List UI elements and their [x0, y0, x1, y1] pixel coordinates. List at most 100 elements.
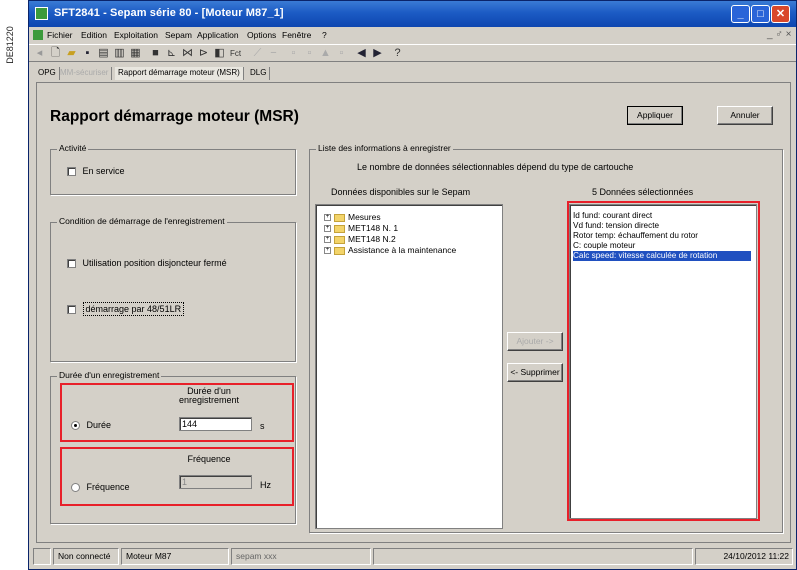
menu-exploitation[interactable]: Exploitation — [114, 30, 158, 40]
folder-icon — [334, 235, 345, 244]
minus-icon-disabled: − — [270, 47, 277, 59]
frequence-input[interactable]: 1 — [179, 475, 252, 489]
folder-icon — [334, 224, 345, 233]
tab-mm-securiser[interactable]: MM-sécuriser — [57, 67, 113, 80]
logic-icon[interactable]: ⊳ — [197, 47, 210, 60]
arrow-right-icon[interactable]: ▶ — [371, 47, 384, 60]
title-bar[interactable]: SFT2841 - Sepam série 80 - [Moteur M87_1… — [29, 1, 796, 27]
status-datetime: 24/10/2012 11:22 — [695, 548, 793, 565]
remove-button[interactable]: <- Supprimer — [507, 363, 563, 382]
figure-reference-label: DE81220 — [5, 26, 15, 64]
device-icon[interactable]: ▤ — [97, 47, 110, 60]
frequence-radio-option[interactable]: Fréquence — [71, 482, 130, 493]
demarrage-label: démarrage par 48/51LR — [82, 302, 185, 316]
maximize-button[interactable]: □ — [751, 5, 770, 23]
back-arrow-icon[interactable]: ◂ — [33, 47, 46, 60]
status-pane-empty — [33, 548, 51, 565]
duree-radio-option[interactable]: Durée — [71, 420, 112, 431]
duree-legend: Durée d'un enregistrement — [57, 370, 162, 380]
disabled-icon-1: ▫ — [291, 47, 296, 59]
help-icon[interactable]: ? — [391, 47, 404, 60]
condition-legend: Condition de démarrage de l'enregistreme… — [57, 216, 227, 226]
disabled-icon-3: ▲ — [320, 47, 331, 59]
activite-group: Activité En service — [50, 143, 296, 195]
close-button[interactable]: ✕ — [771, 5, 790, 23]
disabled-icon-4: ▫ — [339, 47, 344, 59]
tree-item-maintenance[interactable]: + Assistance à la maintenance — [324, 245, 456, 256]
menu-application[interactable]: Application — [197, 30, 239, 40]
duree-unit: s — [260, 421, 265, 431]
tab-dlg[interactable]: DLG — [247, 67, 271, 80]
menu-help[interactable]: ? — [322, 30, 327, 40]
condition-group: Condition de démarrage de l'enregistreme… — [50, 216, 296, 362]
tool-icon-disabled: ⟋ — [253, 47, 262, 59]
folder-icon — [334, 213, 345, 222]
disjoncteur-checkbox[interactable] — [67, 259, 76, 269]
compare-icon[interactable]: ▥ — [113, 47, 126, 60]
page-title: Rapport démarrage moteur (MSR) — [50, 108, 299, 125]
demarrage-checkbox[interactable] — [67, 305, 76, 315]
frequence-caption: Fréquence — [187, 454, 231, 464]
duree-caption: Durée d'un enregistrement — [179, 386, 240, 405]
menu-sepam[interactable]: Sepam — [165, 30, 192, 40]
tree-item-met148-1[interactable]: + MET148 N. 1 — [324, 223, 398, 234]
demarrage-option[interactable]: démarrage par 48/51LR — [67, 302, 185, 316]
open-folder-icon[interactable]: ▰ — [65, 47, 78, 60]
available-header: Données disponibles sur le Sepam — [331, 187, 471, 197]
selected-header: 5 Données sélectionnées — [592, 187, 694, 197]
matrix-icon[interactable]: ◧ — [213, 47, 226, 60]
liste-legend: Liste des informations à enregistrer — [316, 143, 453, 153]
menu-fenetre[interactable]: Fenêtre — [282, 30, 311, 40]
msr-panel: Rapport démarrage moteur (MSR) Appliquer… — [36, 82, 791, 543]
liste-info-text: Le nombre de données sélectionnables dép… — [357, 162, 634, 172]
tree-item-mesures[interactable]: + Mesures — [324, 212, 381, 223]
window-title: SFT2841 - Sepam série 80 - [Moteur M87_1… — [54, 7, 284, 19]
available-data-tree[interactable]: + Mesures + MET148 N. 1 + MET148 N.2 + Assis… — [315, 204, 503, 529]
tree-item-met148-2[interactable]: + MET148 N.2 — [324, 234, 396, 245]
fct-icon[interactable]: Fct — [229, 47, 242, 60]
disconnect-icon[interactable]: ■ — [149, 47, 162, 60]
activite-legend: Activité — [57, 143, 89, 153]
en-service-option[interactable]: En service — [67, 166, 125, 177]
disjoncteur-label: Utilisation position disjoncteur fermé — [82, 258, 227, 268]
folder-icon — [334, 246, 345, 255]
app-icon — [35, 7, 48, 20]
menu-options[interactable]: Options — [247, 30, 276, 40]
cancel-button[interactable]: Annuler — [717, 106, 773, 125]
disabled-icon-2: ▫ — [307, 47, 312, 59]
status-pane-blank — [373, 548, 693, 565]
selected-highlight-box — [567, 201, 760, 521]
menu-fichier[interactable]: Fichier — [47, 30, 73, 40]
add-button[interactable]: Ajouter -> — [507, 332, 563, 351]
duree-radio-label: Durée — [86, 420, 112, 430]
menu-edition[interactable]: Edition — [81, 30, 107, 40]
disjoncteur-option[interactable]: Utilisation position disjoncteur fermé — [67, 258, 227, 269]
new-file-icon[interactable]: 🗋 — [49, 47, 62, 60]
en-service-checkbox[interactable] — [67, 167, 76, 177]
minimize-button[interactable]: _ — [731, 5, 750, 23]
graph-icon[interactable]: ⊾ — [165, 47, 178, 60]
properties-icon[interactable]: ▦ — [129, 47, 142, 60]
tab-strip: OPG MM-sécuriser Rapport démarrage moteu… — [29, 65, 796, 81]
frequence-radio-label: Fréquence — [86, 482, 130, 492]
frequence-unit: Hz — [260, 480, 271, 490]
duree-input[interactable]: 144 — [179, 417, 252, 431]
duree-radio[interactable] — [71, 421, 80, 431]
menu-bar: Fichier Edition Exploitation Sepam Appli… — [29, 28, 796, 43]
frequence-highlight-box — [60, 447, 294, 506]
document-icon[interactable] — [33, 30, 43, 40]
status-device: Moteur M87 — [121, 548, 229, 565]
status-bar: Non connecté Moteur M87 sepam xxx 24/10/… — [29, 545, 796, 569]
application-window: SFT2841 - Sepam série 80 - [Moteur M87_1… — [28, 0, 797, 570]
tab-rapport-msr[interactable]: Rapport démarrage moteur (MSR) — [115, 67, 244, 80]
status-connection: Non connecté — [53, 548, 119, 565]
settings-icon[interactable]: ⋈ — [181, 47, 194, 60]
en-service-label: En service — [82, 166, 125, 176]
apply-button[interactable]: Appliquer — [627, 106, 683, 125]
duree-highlight-box — [60, 383, 294, 442]
frequence-radio[interactable] — [71, 483, 80, 493]
arrow-left-icon[interactable]: ◀ — [355, 47, 368, 60]
mdi-window-controls[interactable]: _ ♂ × — [767, 29, 791, 40]
save-icon[interactable]: ▪ — [81, 47, 94, 60]
status-sepam: sepam xxx — [231, 548, 371, 565]
